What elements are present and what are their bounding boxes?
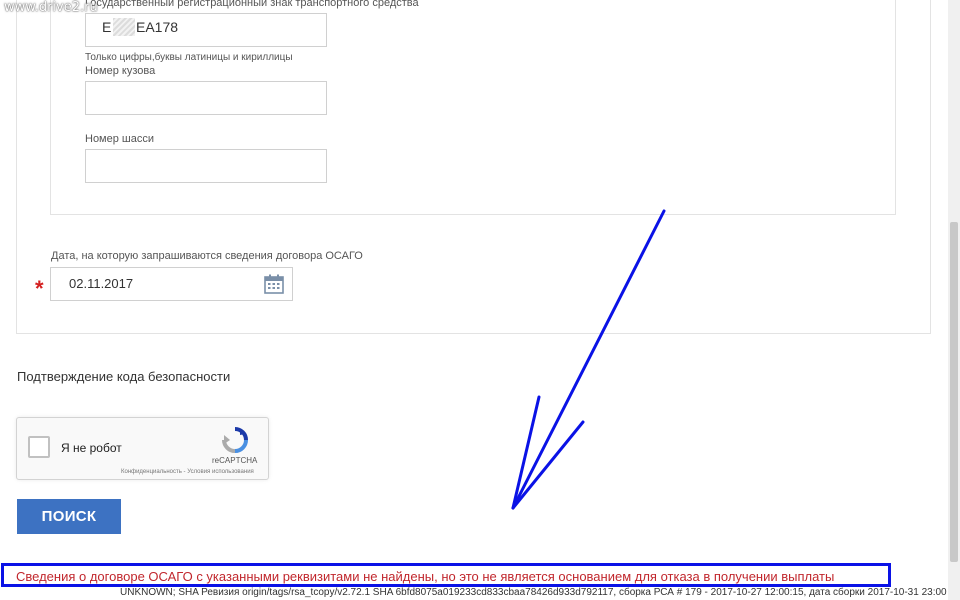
plate-value-prefix: E bbox=[102, 19, 112, 35]
body-number-input[interactable] bbox=[85, 81, 327, 115]
recaptcha-widget: Я не робот reCAPTCHA Конфиденциальность … bbox=[16, 417, 269, 480]
build-info-footer: UNKNOWN; SHA Ревизия origin/tags/rsa_tco… bbox=[120, 587, 947, 598]
request-date-value: 02.11.2017 bbox=[69, 276, 134, 291]
search-button[interactable]: ПОИСК bbox=[17, 499, 121, 534]
recaptcha-brand: reCAPTCHA bbox=[212, 456, 258, 465]
chassis-number-label: Номер шасси bbox=[85, 133, 155, 145]
request-date-input[interactable]: 02.11.2017 bbox=[50, 267, 293, 301]
plate-hint: Только цифры,буквы латиницы и кириллицы bbox=[85, 52, 293, 63]
request-date-label: Дата, на которую запрашиваются сведения … bbox=[51, 250, 363, 262]
error-message: Сведения о договоре ОСАГО с указанными р… bbox=[16, 569, 835, 584]
plate-value-suffix: EA178 bbox=[136, 19, 179, 35]
recaptcha-label: Я не робот bbox=[61, 441, 122, 455]
required-mark: * bbox=[35, 276, 44, 301]
recaptcha-links[interactable]: Конфиденциальность - Условия использован… bbox=[121, 469, 254, 475]
scrollbar-track[interactable] bbox=[948, 0, 960, 600]
chassis-number-input[interactable] bbox=[85, 149, 327, 183]
recaptcha-logo-icon bbox=[221, 426, 249, 454]
site-watermark: www.drive2.ru bbox=[4, 0, 98, 15]
security-code-title: Подтверждение кода безопасности bbox=[17, 369, 231, 384]
error-highlight-frame: Сведения о договоре ОСАГО с указанными р… bbox=[1, 563, 891, 587]
body-number-label: Номер кузова bbox=[85, 65, 156, 77]
plate-label: Государственный регистрационный знак тра… bbox=[85, 0, 419, 9]
plate-redaction bbox=[113, 18, 135, 36]
scrollbar-thumb[interactable] bbox=[950, 222, 958, 562]
plate-input[interactable]: E EA178 bbox=[85, 13, 327, 47]
recaptcha-checkbox[interactable] bbox=[28, 436, 50, 458]
calendar-icon[interactable] bbox=[264, 274, 284, 294]
